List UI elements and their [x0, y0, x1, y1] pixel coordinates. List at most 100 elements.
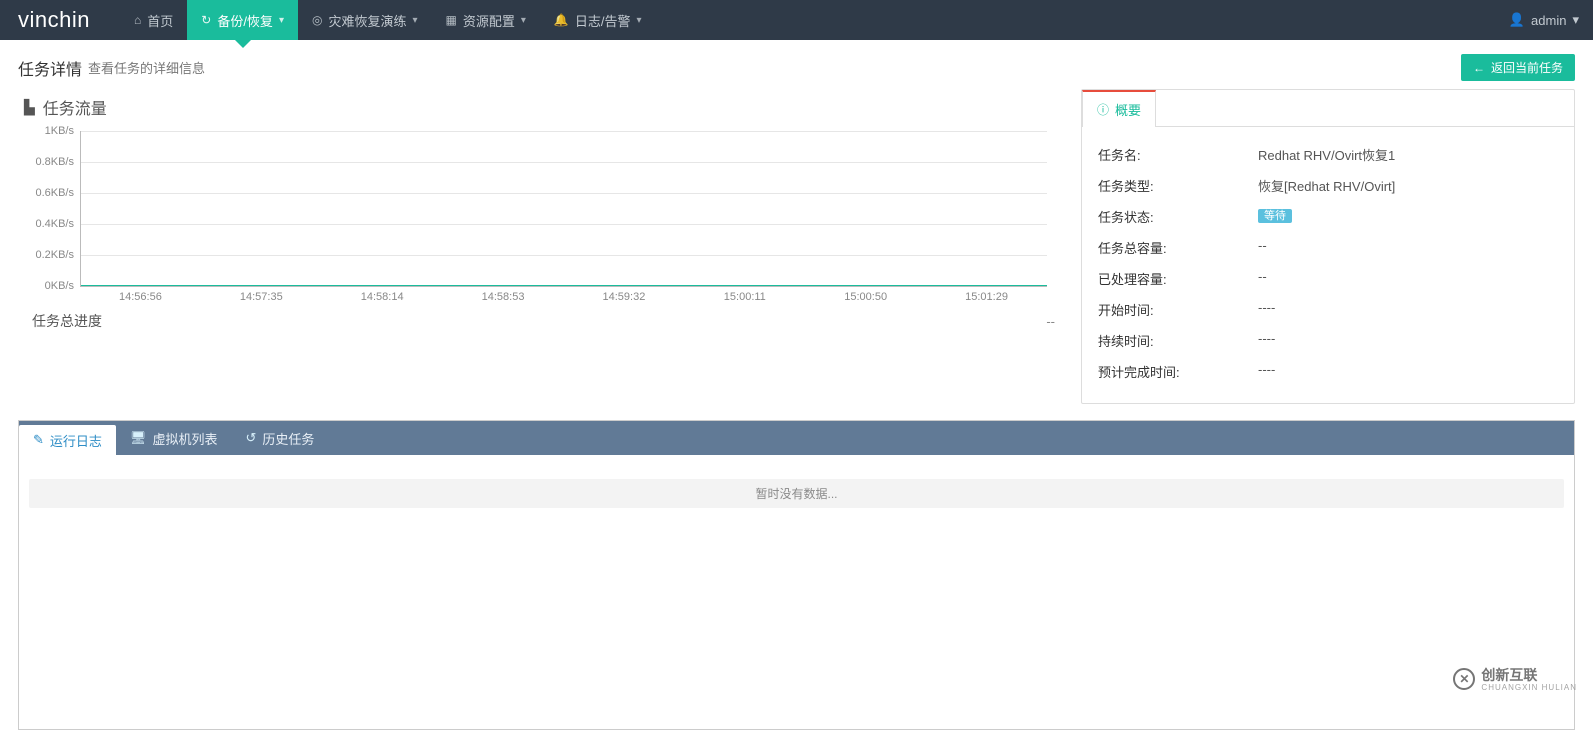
nav-label: 备份/恢复	[217, 11, 273, 30]
logo-mark-icon: ✕	[1453, 668, 1475, 690]
nav-label: 资源配置	[463, 11, 515, 30]
x-tick-row: 14:56:56 14:57:35 14:58:14 14:58:53 14:5…	[80, 291, 1047, 303]
footer-logo-text: 创新互联	[1481, 667, 1537, 683]
chart-plot-area	[80, 131, 1047, 287]
y-tick: 0.6KB/s	[24, 187, 74, 199]
x-tick: 15:00:11	[684, 291, 805, 303]
chevron-down-icon: ▾	[636, 15, 641, 26]
chart-icon: ▙	[24, 99, 35, 116]
nav-items: ⌂ 首页 ↻ 备份/恢复 ▾ ◎ 灾难恢复演练 ▾ ▦ 资源配置 ▾ 🔔 日志/…	[120, 0, 656, 40]
summary-key: 任务类型:	[1098, 176, 1258, 195]
tab-label: 虚拟机列表	[152, 429, 217, 448]
nav-backup-restore[interactable]: ↻ 备份/恢复 ▾	[187, 0, 298, 40]
refresh-icon: ↻	[201, 13, 211, 27]
summary-tabstrip: ⓘ 概要	[1082, 90, 1574, 127]
summary-key: 任务名:	[1098, 145, 1258, 164]
x-tick: 14:59:32	[564, 291, 685, 303]
page-subtitle: 查看任务的详细信息	[88, 58, 205, 77]
y-tick: 0.4KB/s	[24, 218, 74, 230]
tab-vm-list[interactable]: 🖥 虚拟机列表	[116, 421, 232, 455]
arrow-left-icon: ←	[1473, 61, 1485, 75]
section-title-text: 任务流量	[43, 95, 107, 119]
nav-dr-drill[interactable]: ◎ 灾难恢复演练 ▾	[298, 0, 432, 40]
summary-panel: ⓘ 概要 任务名: Redhat RHV/Ovirt恢复1 任务类型: 恢复[R…	[1081, 89, 1575, 404]
summary-value: --	[1258, 238, 1558, 257]
x-tick: 14:57:35	[201, 291, 322, 303]
chevron-down-icon: ▾	[521, 15, 526, 26]
history-icon: ↺	[245, 430, 256, 446]
summary-row-eta: 预计完成时间: ----	[1098, 356, 1558, 387]
summary-key: 持续时间:	[1098, 331, 1258, 350]
chart-series-line	[81, 285, 1047, 286]
summary-value: ----	[1258, 362, 1558, 381]
edit-icon: ✎	[33, 432, 44, 448]
summary-key: 任务状态:	[1098, 207, 1258, 226]
y-tick: 0KB/s	[24, 280, 74, 292]
nav-label: 首页	[147, 11, 173, 30]
total-progress-label: 任务总进度	[32, 311, 102, 331]
tab-label: 运行日志	[50, 431, 102, 450]
flow-section-title: ▙ 任务流量	[24, 95, 1057, 119]
tab-summary[interactable]: ⓘ 概要	[1082, 90, 1156, 127]
x-tick: 15:01:29	[926, 291, 1047, 303]
user-name: admin	[1531, 13, 1566, 28]
x-tick: 14:58:53	[443, 291, 564, 303]
summary-row-start-time: 开始时间: ----	[1098, 294, 1558, 325]
nav-home[interactable]: ⌂ 首页	[120, 0, 187, 40]
summary-row-task-status: 任务状态: 等待	[1098, 201, 1558, 232]
tab-history[interactable]: ↺ 历史任务	[231, 421, 328, 455]
flow-chart: 1KB/s 0.8KB/s 0.6KB/s 0.4KB/s 0.2KB/s 0K…	[24, 127, 1057, 307]
bottom-tabstrip: ✎ 运行日志 🖥 虚拟机列表 ↺ 历史任务	[19, 421, 1574, 455]
summary-row-task-name: 任务名: Redhat RHV/Ovirt恢复1	[1098, 139, 1558, 170]
x-tick: 15:00:50	[805, 291, 926, 303]
total-progress-row: 任务总进度 --	[24, 307, 1057, 333]
summary-value: ----	[1258, 300, 1558, 319]
home-icon: ⌂	[134, 13, 141, 27]
bell-icon: 🔔	[554, 13, 569, 27]
x-tick: 14:56:56	[80, 291, 201, 303]
status-badge: 等待	[1258, 209, 1292, 223]
user-menu[interactable]: 👤 admin ▾	[1509, 12, 1579, 28]
footer-logo-sub: CHUANGXIN HULIAN	[1481, 683, 1577, 692]
summary-key: 已处理容量:	[1098, 269, 1258, 288]
top-navbar: vinchin ⌂ 首页 ↻ 备份/恢复 ▾ ◎ 灾难恢复演练 ▾ ▦ 资源配置…	[0, 0, 1593, 40]
summary-row-total-capacity: 任务总容量: --	[1098, 232, 1558, 263]
nav-label: 灾难恢复演练	[328, 11, 406, 30]
lifebuoy-icon: ◎	[312, 13, 322, 27]
summary-key: 任务总容量:	[1098, 238, 1258, 257]
chevron-down-icon: ▾	[279, 15, 284, 26]
summary-row-done-capacity: 已处理容量: --	[1098, 263, 1558, 294]
nav-label: 日志/告警	[575, 11, 631, 30]
chevron-down-icon: ▾	[1572, 12, 1579, 28]
user-icon: 👤	[1509, 12, 1525, 28]
summary-row-task-type: 任务类型: 恢复[Redhat RHV/Ovirt]	[1098, 170, 1558, 201]
summary-value: ----	[1258, 331, 1558, 350]
tab-label: 概要	[1115, 100, 1141, 119]
monitor-icon: 🖥	[130, 430, 147, 446]
chevron-down-icon: ▾	[412, 15, 417, 26]
grid-icon: ▦	[446, 13, 457, 27]
y-tick: 0.2KB/s	[24, 249, 74, 261]
back-to-current-task-button[interactable]: ← 返回当前任务	[1461, 54, 1575, 81]
info-icon: ⓘ	[1097, 101, 1109, 118]
summary-value: --	[1258, 269, 1558, 288]
bottom-body: 暂时没有数据...	[19, 455, 1574, 729]
total-progress-value: --	[1046, 314, 1055, 329]
nav-logs-alerts[interactable]: 🔔 日志/告警 ▾	[540, 0, 656, 40]
tab-label: 历史任务	[262, 429, 314, 448]
page-title: 任务详情	[18, 56, 82, 80]
summary-value: 恢复[Redhat RHV/Ovirt]	[1258, 176, 1558, 195]
y-tick: 1KB/s	[24, 125, 74, 137]
brand-logo: vinchin	[18, 7, 90, 33]
summary-row-duration: 持续时间: ----	[1098, 325, 1558, 356]
bottom-panel: ✎ 运行日志 🖥 虚拟机列表 ↺ 历史任务 暂时没有数据...	[18, 420, 1575, 730]
footer-logo: ✕ 创新互联 CHUANGXIN HULIAN	[1453, 665, 1577, 692]
x-tick: 14:58:14	[322, 291, 443, 303]
summary-key: 预计完成时间:	[1098, 362, 1258, 381]
empty-state-text: 暂时没有数据...	[29, 479, 1564, 508]
button-label: 返回当前任务	[1491, 59, 1563, 76]
nav-resources[interactable]: ▦ 资源配置 ▾	[432, 0, 540, 40]
summary-key: 开始时间:	[1098, 300, 1258, 319]
tab-run-log[interactable]: ✎ 运行日志	[19, 425, 116, 455]
y-tick: 0.8KB/s	[24, 156, 74, 168]
